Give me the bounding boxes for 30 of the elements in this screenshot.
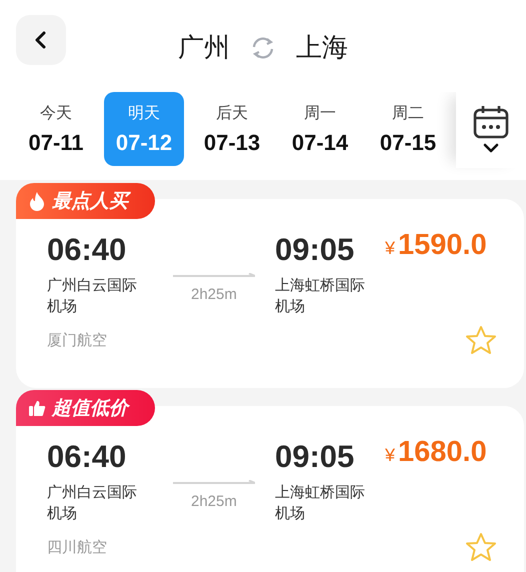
arrival-airport: 上海虹桥国际机场 — [275, 483, 366, 524]
origin-city: 广州 — [178, 31, 230, 64]
currency-sign: ¥ — [385, 445, 396, 466]
price-amount: 1680.0 — [398, 436, 487, 469]
chevron-down-icon[interactable] — [483, 143, 499, 153]
flight-duration: 2h25m — [191, 493, 237, 510]
departure-airport: 广州白云国际机场 — [47, 483, 138, 524]
thumbs-up-icon — [28, 399, 46, 417]
star-icon[interactable] — [465, 325, 497, 355]
flame-icon — [28, 191, 46, 211]
arrival-airport: 上海虹桥国际机场 — [275, 276, 366, 317]
arrival-time: 09:05 — [275, 233, 354, 267]
flight-duration: 2h25m — [191, 286, 237, 303]
date-tab[interactable]: 后天 07-13 — [192, 92, 272, 166]
airline-name: 厦门航空 — [47, 330, 107, 350]
star-icon[interactable] — [465, 532, 497, 562]
departure-time: 06:40 — [47, 233, 126, 267]
departure-airport: 广州白云国际机场 — [47, 276, 138, 317]
date-tab[interactable]: 今天 07-11 — [16, 92, 96, 166]
price-amount: 1590.0 — [398, 229, 487, 262]
calendar-icon[interactable] — [473, 105, 509, 139]
date-tab[interactable]: 周一 07-14 — [280, 92, 360, 166]
airline-name: 四川航空 — [47, 538, 107, 556]
currency-sign: ¥ — [385, 238, 396, 259]
back-button[interactable] — [16, 15, 66, 65]
arrival-time: 09:05 — [275, 440, 354, 474]
date-tab[interactable]: 周二 07-15 — [368, 92, 448, 166]
destination-city: 上海 — [296, 31, 348, 64]
departure-time: 06:40 — [47, 440, 126, 474]
back-icon[interactable] — [34, 31, 48, 49]
